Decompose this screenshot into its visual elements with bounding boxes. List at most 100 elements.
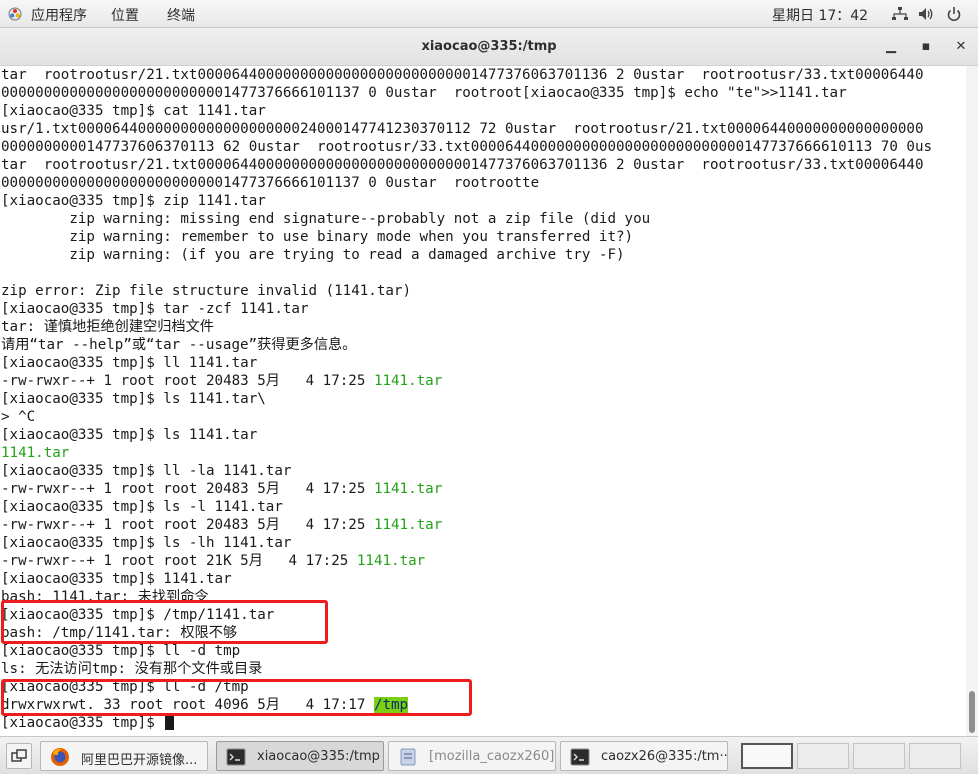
terminal-line: zip warning: (if you are trying to read … [0, 246, 966, 264]
terminal-line: [xiaocao@335 tmp]$ ll 1141.tar [0, 354, 966, 372]
terminal-line-text: 0000000000000000000000000014773766661011… [1, 175, 540, 191]
terminal-line: zip warning: remember to use binary mode… [0, 228, 966, 246]
volume-icon[interactable] [918, 7, 934, 21]
places-menu[interactable]: 位置 [111, 5, 139, 25]
terminal-line: [xiaocao@335 tmp]$ 1141.tar [0, 570, 966, 588]
scrollbar-thumb[interactable] [969, 691, 975, 733]
terminal-line-text: zip warning: (if you are trying to read … [1, 247, 625, 263]
terminal-line: 0000000000000000000000000014773766661011… [0, 174, 966, 192]
terminal-line-text: [xiaocao@335 tmp]$ ls -l 1141.tar [1, 499, 283, 515]
taskbar-item-file-manager[interactable]: [mozilla_caozx260] [388, 741, 556, 771]
terminal-line-text: [xiaocao@335 tmp]$ ll -la 1141.tar [1, 463, 292, 479]
window-titlebar[interactable]: xiaocao@335:/tmp ▁ ▪ ✕ [0, 28, 978, 66]
terminal-line-text: [xiaocao@335 tmp]$ ll 1141.tar [1, 355, 258, 371]
terminal-line-text: 0000000000147737606370113 62 0ustar root… [1, 139, 933, 155]
annotation-box-tmp-permissions [1, 679, 472, 716]
bottom-taskbar: 阿里巴巴开源镜像... xiaocao@335:/tmp [mozilla_ca… [0, 736, 978, 774]
terminal-line: zip error: Zip file structure invalid (1… [0, 282, 966, 300]
applications-menu[interactable]: 应用程序 [31, 5, 87, 25]
taskbar-item-firefox[interactable]: 阿里巴巴开源镜像... [40, 741, 208, 771]
terminal-line-text: tar rootrootusr/21.txt000064400000000000… [1, 157, 924, 173]
show-desktop-button[interactable] [6, 743, 32, 769]
terminal-line-text: 0000000000000000000000000014773766661011… [1, 85, 847, 101]
terminal-line: [xiaocao@335 tmp]$ ls -lh 1141.tar [0, 534, 966, 552]
terminal-line-text: -rw-rwxr--+ 1 root root 20483 5月 4 17:25 [1, 517, 374, 533]
terminal-line: [xiaocao@335 tmp]$ zip 1141.tar [0, 192, 966, 210]
terminal-line-text: tar: 谨慎地拒绝创建空归档文件 [1, 319, 214, 335]
minimize-button[interactable]: ▁ [880, 37, 902, 57]
terminal-line-text: [xiaocao@335 tmp]$ ls 1141.tar\ [1, 391, 266, 407]
terminal-line: [xiaocao@335 tmp]$ [0, 714, 966, 732]
terminal-line-text: [xiaocao@335 tmp]$ ll -d tmp [1, 643, 241, 659]
terminal-icon [226, 748, 246, 766]
terminal-line: > ^C [0, 408, 966, 426]
terminal-cursor [165, 714, 175, 730]
clock[interactable]: 星期日 17：42 [772, 5, 868, 25]
terminal-line-text: 请用“tar --help”或“tar --usage”获得更多信息。 [1, 337, 357, 353]
taskbar-item-terminal-xiaocao[interactable]: xiaocao@335:/tmp [216, 741, 384, 771]
applications-icon[interactable] [8, 7, 22, 21]
terminal-line: [xiaocao@335 tmp]$ tar -zcf 1141.tar [0, 300, 966, 318]
terminal-line-text: ls: 无法访问tmp: 没有那个文件或目录 [1, 661, 263, 677]
terminal-scrollbar[interactable] [966, 66, 978, 736]
terminal-line: -rw-rwxr--+ 1 root root 20483 5月 4 17:25… [0, 372, 966, 390]
terminal-line-text: zip warning: missing end signature--prob… [1, 211, 651, 227]
terminal-line: [xiaocao@335 tmp]$ ls -l 1141.tar [0, 498, 966, 516]
terminal-line: tar rootrootusr/21.txt000064400000000000… [0, 156, 966, 174]
file-name-highlight: 1141.tar [1, 445, 70, 461]
terminal-line: 0000000000147737606370113 62 0ustar root… [0, 138, 966, 156]
show-desktop-icon [11, 749, 27, 762]
taskbar-item-label: [mozilla_caozx260] [429, 749, 555, 764]
terminal-line-text: tar rootrootusr/21.txt000064400000000000… [1, 67, 924, 83]
terminal-line: [xiaocao@335 tmp]$ ll -la 1141.tar [0, 462, 966, 480]
file-name-highlight: 1141.tar [356, 553, 426, 569]
terminal-line-text: zip error: Zip file structure invalid (1… [1, 283, 411, 299]
taskbar-item-label: xiaocao@335:/tmp [257, 749, 380, 764]
power-icon[interactable] [946, 6, 962, 22]
terminal-line-text: -rw-rwxr--+ 1 root root 20483 5月 4 17:25 [1, 373, 374, 389]
gnome-top-bar: 应用程序 位置 终端 星期日 17：42 [0, 0, 978, 28]
file-name-highlight: 1141.tar [373, 373, 443, 389]
terminal-line: -rw-rwxr--+ 1 root root 21K 5月 4 17:25 1… [0, 552, 966, 570]
terminal-line-text: [xiaocao@335 tmp]$ zip 1141.tar [1, 193, 266, 209]
terminal-line-text: usr/1.txt0000644000000000000000000024000… [1, 121, 924, 137]
file-name-highlight: 1141.tar [373, 517, 443, 533]
terminal-line-text: -rw-rwxr--+ 1 root root 21K 5月 4 17:25 [1, 553, 357, 569]
terminal-line-text: [xiaocao@335 tmp]$ cat 1141.tar [1, 103, 266, 119]
terminal-line: ls: 无法访问tmp: 没有那个文件或目录 [0, 660, 966, 678]
terminal-line-text: [xiaocao@335 tmp]$ ls -lh 1141.tar [1, 535, 292, 551]
terminal-line-text: [xiaocao@335 tmp]$ [1, 715, 164, 731]
terminal-line-text: -rw-rwxr--+ 1 root root 20483 5月 4 17:25 [1, 481, 374, 497]
terminal-line-text: [xiaocao@335 tmp]$ tar -zcf 1141.tar [1, 301, 309, 317]
terminal-line-text: > ^C [1, 409, 36, 425]
file-name-highlight: 1141.tar [373, 481, 443, 497]
terminal-line: -rw-rwxr--+ 1 root root 20483 5月 4 17:25… [0, 480, 966, 498]
terminal-line: -rw-rwxr--+ 1 root root 20483 5月 4 17:25… [0, 516, 966, 534]
workspace-2[interactable] [797, 743, 849, 769]
terminal-line: tar rootrootusr/21.txt000064400000000000… [0, 66, 966, 84]
taskbar-item-terminal-caozx26[interactable]: caozx26@335:/tm··· [560, 741, 728, 771]
taskbar-item-label: caozx26@335:/tm··· [601, 749, 728, 764]
terminal-line-text: [xiaocao@335 tmp]$ ls 1141.tar [1, 427, 258, 443]
close-button[interactable]: ✕ [950, 37, 972, 57]
terminal-line: 请用“tar --help”或“tar --usage”获得更多信息。 [0, 336, 966, 354]
terminal-line: [xiaocao@335 tmp]$ ls 1141.tar\ [0, 390, 966, 408]
workspace-1[interactable] [741, 743, 793, 769]
terminal-line: [xiaocao@335 tmp]$ cat 1141.tar [0, 102, 966, 120]
terminal-line: [xiaocao@335 tmp]$ ll -d tmp [0, 642, 966, 660]
maximize-button[interactable]: ▪ [915, 37, 937, 57]
terminal-menu[interactable]: 终端 [167, 5, 195, 25]
terminal-line: zip warning: missing end signature--prob… [0, 210, 966, 228]
window-title: xiaocao@335:/tmp [421, 39, 557, 54]
terminal-line-text: zip warning: remember to use binary mode… [1, 229, 634, 245]
terminal-icon [570, 748, 590, 766]
terminal-line: 0000000000000000000000000014773766661011… [0, 84, 966, 102]
terminal-line-text: [xiaocao@335 tmp]$ 1141.tar [1, 571, 232, 587]
file-manager-icon [400, 748, 416, 766]
network-icon[interactable] [892, 7, 908, 21]
workspace-4[interactable] [909, 743, 961, 769]
workspace-3[interactable] [853, 743, 905, 769]
terminal-line: tar: 谨慎地拒绝创建空归档文件 [0, 318, 966, 336]
taskbar-item-label: 阿里巴巴开源镜像... [81, 753, 198, 768]
